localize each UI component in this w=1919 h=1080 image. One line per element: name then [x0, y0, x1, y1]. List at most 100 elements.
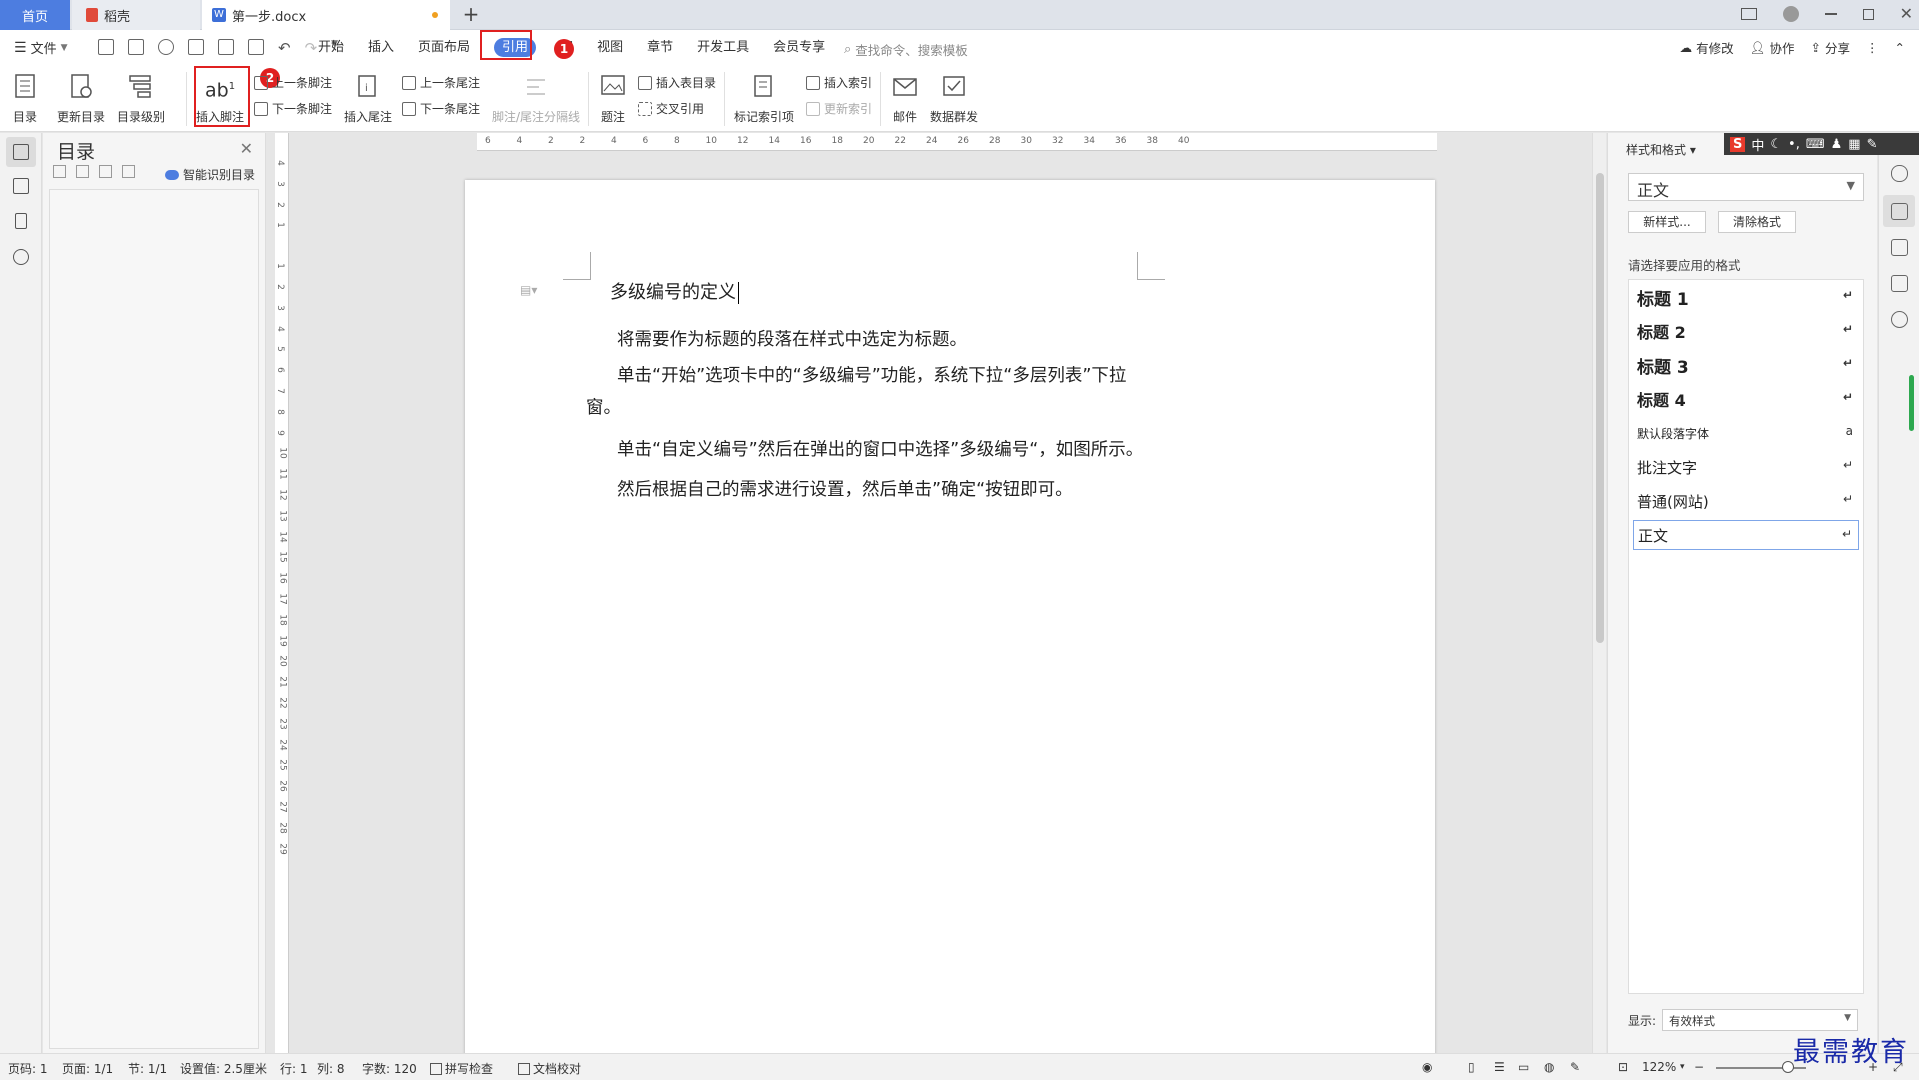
status-word-count[interactable]: 字数: 120: [362, 1060, 417, 1077]
spell-check-toggle[interactable]: 拼写检查: [430, 1060, 493, 1077]
new-doc-icon[interactable]: [98, 39, 114, 55]
tab-chapter[interactable]: 章节: [635, 30, 685, 66]
print-icon[interactable]: [188, 39, 204, 55]
share-button[interactable]: ⇪ 分享: [1811, 38, 1851, 57]
restore-button[interactable]: [1862, 8, 1874, 20]
close-button[interactable]: ✕: [1900, 6, 1913, 22]
more-icon[interactable]: ⋮: [1866, 40, 1879, 55]
collaborate-button[interactable]: 👤︎ 协作: [1750, 38, 1795, 57]
close-icon[interactable]: ✕: [240, 139, 253, 158]
rocket-icon[interactable]: [1891, 165, 1908, 182]
vertical-scrollbar[interactable]: [1592, 133, 1606, 1053]
style-item-heading-1[interactable]: 标题 1 ↵: [1633, 282, 1859, 312]
undo-icon[interactable]: ↶: [278, 39, 291, 57]
vertical-ruler[interactable]: 4 3 2 1 1 2 3 4 5 6 7 8 9 10 11 12 13 14 15 16 17 18 19 20 21 22 2…: [275, 133, 289, 1053]
show-filter-select[interactable]: 有效样式 ▼: [1662, 1009, 1859, 1031]
format-painter-icon[interactable]: [158, 39, 174, 55]
prev-endnote-button[interactable]: 上一条尾注: [402, 74, 480, 91]
scrollbar-thumb[interactable]: [1596, 173, 1604, 643]
current-style-select[interactable]: 正文 ▼: [1628, 173, 1864, 201]
chapter-nav-icon[interactable]: [13, 178, 29, 194]
export-icon[interactable]: [248, 39, 264, 55]
style-item-comment-text[interactable]: 批注文字 ↵: [1633, 452, 1859, 482]
fit-page-icon[interactable]: ⊡: [1618, 1060, 1628, 1074]
write-view-icon[interactable]: ✎: [1570, 1060, 1580, 1074]
style-item-heading-2[interactable]: 标题 2 ↵: [1633, 316, 1859, 346]
sogou-icon[interactable]: S: [1730, 136, 1746, 152]
cursor-icon[interactable]: [1891, 239, 1908, 256]
print-preview-icon[interactable]: [218, 39, 234, 55]
insert-endnote-button[interactable]: i 插入尾注: [344, 72, 392, 125]
insert-table-of-figures-button[interactable]: 插入表目录: [638, 74, 716, 91]
toc-nav-icon[interactable]: [13, 144, 29, 160]
document-page[interactable]: ▤▾ 多级编号的定义 将需要作为标题的段落在样式中选定为标题。 单击“开始”选项…: [465, 180, 1435, 1053]
styles-pane-header[interactable]: 样式和格式 ▾: [1626, 141, 1696, 158]
bookmark-icon[interactable]: [15, 213, 27, 229]
next-footnote-button[interactable]: 下一条脚注: [254, 100, 332, 117]
collapse-icon[interactable]: [53, 165, 66, 178]
sliders-icon[interactable]: [1891, 275, 1908, 292]
paragraph-menu-icon[interactable]: ▤▾: [520, 283, 537, 297]
mail-button[interactable]: 邮件: [890, 72, 920, 125]
collapse-ribbon-icon[interactable]: ⌃: [1895, 40, 1905, 55]
pen-icon[interactable]: [1891, 203, 1908, 220]
tab-document[interactable]: W 第一步.docx: [202, 0, 450, 30]
cross-reference-button[interactable]: 交叉引用: [638, 100, 704, 117]
new-style-button[interactable]: 新样式...: [1628, 211, 1706, 233]
page-view-icon[interactable]: ▯: [1468, 1060, 1475, 1074]
next-endnote-button[interactable]: 下一条尾注: [402, 100, 480, 117]
tab-insert[interactable]: 插入: [356, 30, 406, 66]
layout-icon[interactable]: [1740, 8, 1757, 20]
toc-button[interactable]: 目录: [10, 72, 40, 125]
style-item-heading-3[interactable]: 标题 3 ↵: [1633, 350, 1859, 380]
has-changes-button[interactable]: ☁ 有修改: [1680, 38, 1734, 57]
punct-icon[interactable]: •,: [1788, 137, 1800, 152]
expand-icon[interactable]: [76, 165, 89, 178]
smart-recognize-toc-button[interactable]: 智能识别目录: [164, 166, 255, 183]
style-item-heading-4[interactable]: 标题 4 ↵: [1633, 384, 1859, 414]
file-menu[interactable]: ☰ 文件 ▼: [14, 38, 68, 58]
command-search[interactable]: ⌕ 查找命令、搜索模板: [844, 40, 968, 59]
mark-index-entry-button[interactable]: 标记索引项: [734, 72, 794, 125]
tab-docer[interactable]: 稻壳: [72, 0, 200, 30]
search-icon[interactable]: [13, 249, 29, 265]
tab-developer[interactable]: 开发工具: [685, 30, 761, 66]
add-icon[interactable]: [99, 165, 112, 178]
tab-page-layout[interactable]: 页面布局: [406, 30, 482, 66]
wrench-icon[interactable]: ✎: [1867, 137, 1878, 152]
tab-start[interactable]: 开始: [306, 30, 356, 66]
skin-icon[interactable]: ▦: [1848, 137, 1860, 152]
new-tab-button[interactable]: +: [460, 4, 482, 26]
prev-footnote-button[interactable]: 上一条脚注: [254, 74, 332, 91]
outline-view-icon[interactable]: ☰: [1494, 1060, 1505, 1074]
zoom-out-button[interactable]: −: [1694, 1060, 1704, 1074]
web-view-icon[interactable]: ◍: [1544, 1060, 1554, 1074]
help-icon[interactable]: [1891, 311, 1908, 328]
footnote-separator-button[interactable]: 脚注/尾注分隔线: [492, 72, 580, 125]
clear-format-button[interactable]: 清除格式: [1718, 211, 1796, 233]
user-icon[interactable]: ♟: [1831, 137, 1843, 152]
reading-view-icon[interactable]: ▭: [1518, 1060, 1529, 1074]
toc-level-button[interactable]: 目录级别: [117, 72, 165, 125]
zoom-level[interactable]: 122%: [1642, 1060, 1676, 1074]
style-item-default-font[interactable]: 默认段落字体 a: [1633, 418, 1859, 448]
update-toc-button[interactable]: 更新目录: [57, 72, 105, 125]
tab-home[interactable]: 首页: [0, 0, 70, 30]
eye-icon[interactable]: ◉: [1422, 1060, 1432, 1074]
avatar[interactable]: [1782, 6, 1799, 22]
style-item-body-text[interactable]: 正文 ↵: [1633, 520, 1859, 550]
tab-member[interactable]: 会员专享: [761, 30, 837, 66]
remove-icon[interactable]: [122, 165, 135, 178]
save-icon[interactable]: [128, 39, 144, 55]
moon-icon[interactable]: ☾: [1770, 137, 1782, 152]
horizontal-ruler[interactable]: 6 4 2 2 4 6 8 10 12 14 16 18 20 22 24 26 28 30 32 34 36 38 40: [477, 133, 1437, 151]
tab-view[interactable]: 视图: [585, 30, 635, 66]
ime-language[interactable]: 中: [1751, 135, 1764, 154]
data-mail-merge-button[interactable]: 数据群发: [930, 72, 978, 125]
zoom-dropdown-icon[interactable]: ▾: [1680, 1062, 1685, 1072]
style-item-normal-web[interactable]: 普通(网站) ↵: [1633, 486, 1859, 516]
caption-button[interactable]: 题注: [598, 72, 628, 125]
minimize-button[interactable]: [1824, 13, 1837, 15]
update-index-button[interactable]: 更新索引: [806, 100, 872, 117]
keyboard-icon[interactable]: ⌨: [1806, 137, 1825, 152]
